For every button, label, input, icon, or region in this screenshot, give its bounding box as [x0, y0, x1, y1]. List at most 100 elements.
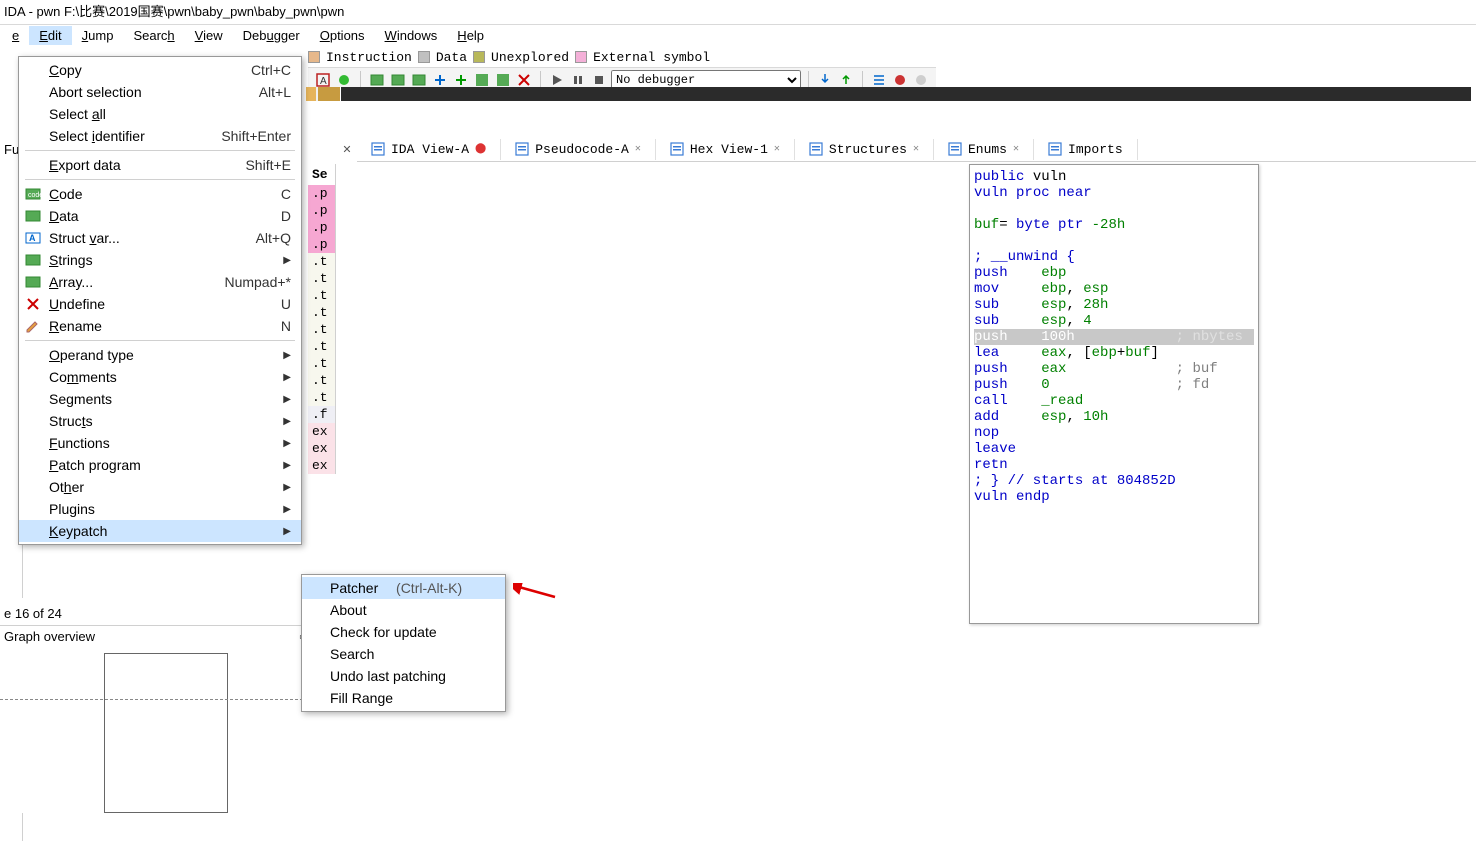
keypatch-patcher[interactable]: Patcher (Ctrl-Alt-K) — [302, 577, 505, 599]
legend-swatch — [308, 51, 320, 63]
edit-menu-item[interactable]: CopyCtrl+C — [19, 59, 301, 81]
edit-menu-item[interactable]: Operand type▶ — [19, 344, 301, 366]
segment-row[interactable]: .t — [308, 355, 335, 372]
segment-row[interactable]: .f — [308, 406, 335, 423]
menu-ump[interactable]: Jump — [72, 26, 124, 45]
segment-row[interactable]: ex — [308, 440, 335, 457]
functions-window-label: Fu — [0, 139, 19, 157]
struct-icon: A — [25, 230, 41, 246]
keypatch-undo-last-patching[interactable]: Undo last patching — [302, 665, 505, 687]
segment-row[interactable]: .t — [308, 253, 335, 270]
graph-overview-header: Graph overview ▫ — [0, 625, 308, 647]
segment-row[interactable]: .t — [308, 270, 335, 287]
edit-menu-item[interactable]: Keypatch▶ — [19, 520, 301, 542]
svg-text:code: code — [28, 192, 41, 199]
menu-indows[interactable]: Windows — [375, 26, 448, 45]
edit-menu-item[interactable]: Structs▶ — [19, 410, 301, 432]
tab-label: Hex View-1 — [690, 142, 768, 157]
edit-menu-item[interactable]: Comments▶ — [19, 366, 301, 388]
tab-hex-view-1[interactable]: Hex View-1 ✕ — [656, 139, 795, 160]
edit-menu-item[interactable]: Strings▶ — [19, 249, 301, 271]
svg-text:A: A — [29, 233, 36, 243]
legend-label: External symbol — [593, 50, 710, 65]
data-icon — [25, 208, 41, 224]
segment-row[interactable]: .p — [308, 185, 335, 202]
menu-gger[interactable]: Debugger — [233, 26, 310, 45]
tab-icon — [515, 142, 529, 156]
array-icon — [25, 274, 41, 290]
menu-h[interactable]: Search — [123, 26, 184, 45]
tab-close-icon[interactable]: ✕ — [1013, 143, 1019, 155]
tab-label: Pseudocode-A — [535, 142, 629, 157]
functions-line-status: e 16 of 24 — [0, 598, 308, 625]
segment-row[interactable]: .p — [308, 219, 335, 236]
string-icon — [25, 252, 41, 268]
edit-menu-item[interactable]: Export dataShift+E — [19, 154, 301, 176]
edit-menu-dropdown: CopyCtrl+CAbort selectionAlt+LSelect all… — [18, 56, 302, 545]
menu-e[interactable]: e — [2, 26, 29, 45]
edit-menu-item[interactable]: Abort selectionAlt+L — [19, 81, 301, 103]
legend-swatch — [575, 51, 587, 63]
segment-row[interactable]: .t — [308, 321, 335, 338]
tab-label: Imports — [1068, 142, 1123, 157]
keypatch-search[interactable]: Search — [302, 643, 505, 665]
graph-overview-canvas[interactable] — [104, 653, 228, 813]
tab-imports[interactable]: Imports — [1034, 139, 1138, 160]
edit-menu-item[interactable]: codeCodeC — [19, 183, 301, 205]
edit-menu-item[interactable]: Plugins▶ — [19, 498, 301, 520]
tab-icon — [809, 142, 823, 156]
edit-menu-item[interactable]: DataD — [19, 205, 301, 227]
editor-tabs: IDA View-A⬤Pseudocode-A✕Hex View-1✕Struc… — [357, 137, 1476, 162]
legend-label: Data — [436, 50, 467, 65]
segment-row[interactable]: .t — [308, 389, 335, 406]
menu-dit[interactable]: Edit — [29, 26, 71, 45]
tab-ida-view-a[interactable]: IDA View-A ⬤ — [357, 139, 501, 160]
menubar: eEditJumpSearchViewDebuggerOptionsWindow… — [0, 24, 1476, 46]
segment-row[interactable]: .t — [308, 287, 335, 304]
overview-bar[interactable] — [306, 86, 1471, 102]
menu-elp[interactable]: Help — [447, 26, 494, 45]
tab-icon — [1048, 142, 1062, 156]
keypatch-about[interactable]: About — [302, 599, 505, 621]
segment-row[interactable]: .t — [308, 304, 335, 321]
keypatch-submenu: Patcher (Ctrl-Alt-K)AboutCheck for updat… — [301, 574, 506, 712]
edit-menu-item[interactable]: Array...Numpad+* — [19, 271, 301, 293]
tab-label: IDA View-A — [391, 142, 469, 157]
segment-row[interactable]: .p — [308, 202, 335, 219]
edit-menu-item[interactable]: Select identifierShift+Enter — [19, 125, 301, 147]
edit-menu-item[interactable]: Select all — [19, 103, 301, 125]
tab-structures[interactable]: Structures✕ — [795, 139, 934, 160]
keypatch-fill-range[interactable]: Fill Range — [302, 687, 505, 709]
segment-row[interactable]: .t — [308, 372, 335, 389]
tab-close-icon[interactable]: ✕ — [635, 143, 641, 155]
edit-menu-item[interactable]: RenameN — [19, 315, 301, 337]
edit-menu-item[interactable]: Segments▶ — [19, 388, 301, 410]
tab-icon — [670, 142, 684, 156]
tab-icon — [948, 142, 962, 156]
tab-label: Enums — [968, 142, 1007, 157]
tab-close-icon[interactable]: ✕ — [337, 137, 357, 162]
code-icon: code — [25, 186, 41, 202]
divider-dashed — [0, 699, 308, 700]
tab-close-icon[interactable]: ⬤ — [475, 143, 486, 155]
segment-row[interactable]: ex — [308, 457, 335, 474]
segment-row[interactable]: .t — [308, 338, 335, 355]
edit-menu-item[interactable]: UndefineU — [19, 293, 301, 315]
keypatch-check-for-update[interactable]: Check for update — [302, 621, 505, 643]
tab-close-icon[interactable]: ✕ — [913, 143, 919, 155]
edit-menu-item[interactable]: AStruct var...Alt+Q — [19, 227, 301, 249]
segment-row[interactable]: ex — [308, 423, 335, 440]
menu-ptions[interactable]: Options — [310, 26, 375, 45]
menu-iew[interactable]: View — [185, 26, 233, 45]
tab-pseudocode-a[interactable]: Pseudocode-A ✕ — [501, 139, 656, 160]
edit-menu-item[interactable]: Patch program▶ — [19, 454, 301, 476]
disassembly-view[interactable]: public vuln vuln proc near buf= byte ptr… — [969, 164, 1259, 624]
tab-enums[interactable]: Enums ✕ — [934, 139, 1034, 160]
tab-close-icon[interactable]: ✕ — [774, 143, 780, 155]
segments-header: Se — [308, 164, 335, 185]
edit-menu-item[interactable]: Functions▶ — [19, 432, 301, 454]
legend-label: Instruction — [326, 50, 412, 65]
segment-row[interactable]: .p — [308, 236, 335, 253]
edit-menu-item[interactable]: Other▶ — [19, 476, 301, 498]
legend-swatch — [473, 51, 485, 63]
